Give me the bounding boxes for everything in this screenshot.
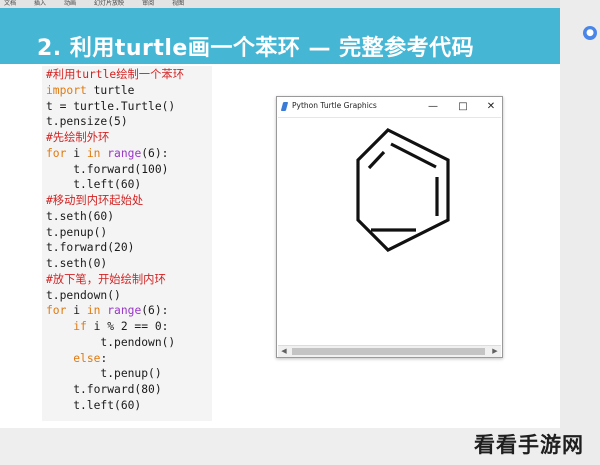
code-line: t.penup() bbox=[46, 225, 108, 239]
turtle-graphics-window[interactable]: Python Turtle Graphics — □ ✕ ◀ ▶ bbox=[276, 96, 503, 358]
ribbon-tab[interactable]: 审阅 bbox=[138, 0, 154, 7]
code-line: t.seth(0) bbox=[46, 257, 108, 270]
window-titlebar[interactable]: Python Turtle Graphics — □ ✕ bbox=[277, 97, 502, 117]
slide-title-banner: 2. 利用turtle画一个苯环 — 完整参考代码 bbox=[0, 8, 560, 64]
ribbon-tab[interactable]: 文档 bbox=[0, 0, 16, 7]
code-line: t.left(60) bbox=[46, 398, 142, 412]
minimize-button[interactable]: — bbox=[422, 98, 444, 116]
code-line: t = turtle.Turtle() bbox=[46, 99, 176, 113]
code-line: t.left(60) bbox=[46, 178, 142, 192]
outer-hexagon bbox=[356, 128, 450, 252]
horizontal-scrollbar[interactable]: ◀ ▶ bbox=[278, 345, 501, 357]
code-line: else: bbox=[73, 351, 108, 365]
code-line: t.pensize(5) bbox=[46, 115, 128, 129]
code-line: #放下笔，开始绘制内环 bbox=[46, 272, 166, 286]
turtle-canvas[interactable] bbox=[278, 117, 501, 346]
code-line: t.forward(80) bbox=[46, 383, 162, 396]
benzene-ring-drawing bbox=[356, 128, 450, 252]
slide-title: 2. 利用turtle画一个苯环 — 完整参考代码 bbox=[37, 36, 475, 61]
code-line: t.pendown() bbox=[46, 335, 176, 349]
scrollbar-thumb[interactable] bbox=[292, 348, 485, 355]
scroll-right-icon[interactable]: ▶ bbox=[490, 346, 500, 357]
code-line: if i % 2 == 0: bbox=[73, 320, 169, 333]
code-line: t.forward(20) bbox=[46, 241, 135, 255]
ribbon-tab[interactable]: 动画 bbox=[60, 0, 76, 7]
code-line: #先绘制外环 bbox=[46, 131, 110, 144]
ribbon-tab[interactable]: 插入 bbox=[30, 0, 46, 7]
code-line: import turtle bbox=[46, 83, 135, 97]
inner-double-bond bbox=[367, 150, 386, 170]
code-line: t.seth(60) bbox=[46, 209, 115, 223]
window-title: Python Turtle Graphics bbox=[292, 101, 377, 110]
maximize-button[interactable]: □ bbox=[452, 98, 474, 116]
scroll-left-icon[interactable]: ◀ bbox=[279, 346, 289, 357]
inner-double-bond bbox=[390, 142, 437, 169]
code-line: t.pendown() bbox=[46, 288, 121, 302]
ribbon-tab[interactable]: 幻灯片放映 bbox=[90, 0, 124, 7]
right-margin bbox=[560, 0, 600, 465]
sidebar-app-icon[interactable]: ● bbox=[583, 26, 597, 40]
ribbon-tab[interactable]: 视图 bbox=[168, 0, 184, 7]
code-line: t.forward(100) bbox=[46, 162, 169, 176]
code-line: for i in range(6): bbox=[46, 146, 169, 160]
code-line: #利用turtle绘制一个苯环 bbox=[46, 68, 184, 81]
code-line: for i in range(6): bbox=[46, 304, 169, 318]
watermark-logo: 看看手游网 bbox=[474, 433, 584, 457]
python-feather-icon bbox=[280, 102, 289, 111]
code-line: t.penup() bbox=[46, 367, 162, 381]
code-line: #移动到内环起始处 bbox=[46, 194, 144, 207]
close-button[interactable]: ✕ bbox=[480, 98, 502, 116]
